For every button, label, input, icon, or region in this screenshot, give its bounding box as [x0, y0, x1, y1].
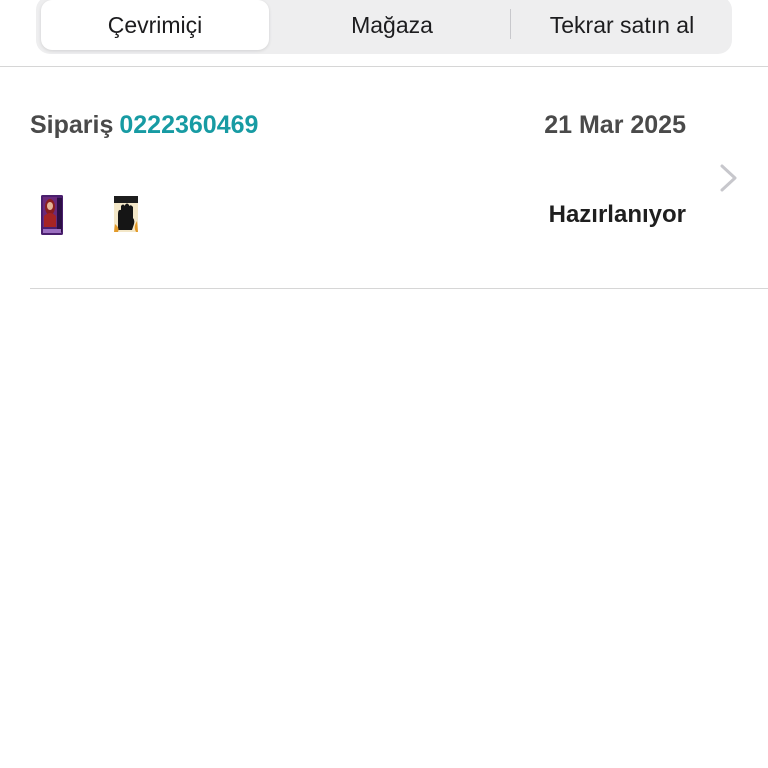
order-status: Hazırlanıyor: [548, 201, 686, 228]
order-type-segmented-control: Çevrimiçi Mağaza Tekrar satın al: [36, 0, 732, 54]
order-title: Sipariş 0222360469: [30, 111, 258, 140]
order-card[interactable]: Sipariş 0222360469 21 Mar 2025 Hazırlanıy…: [0, 67, 768, 289]
tab-buy-again[interactable]: Tekrar satın al: [512, 0, 732, 50]
chevron-right-icon[interactable]: [716, 163, 740, 193]
black-glove-pack-icon: [114, 196, 138, 232]
hair-dye-box-icon: [41, 195, 63, 235]
tab-store[interactable]: Mağaza: [274, 0, 510, 50]
order-label: Sipariş: [30, 111, 114, 139]
order-date: 21 Mar 2025: [544, 111, 686, 139]
tab-online[interactable]: Çevrimiçi: [41, 0, 269, 50]
order-divider: [30, 288, 768, 289]
segment-divider: [510, 9, 511, 39]
order-number: 0222360469: [119, 111, 259, 139]
